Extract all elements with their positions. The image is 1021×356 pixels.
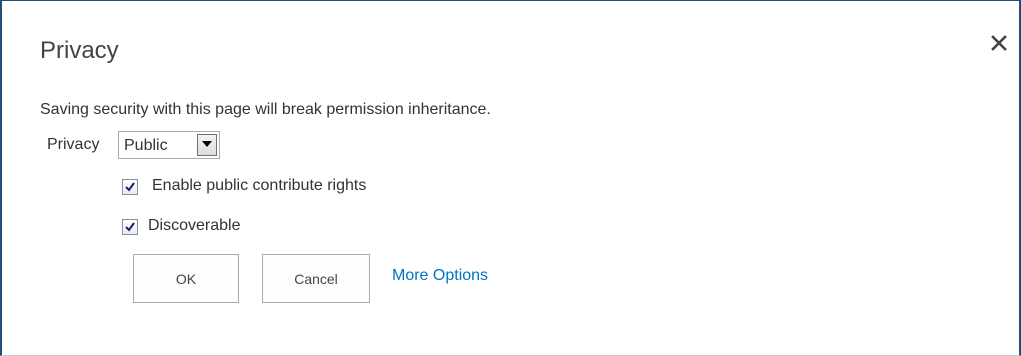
public-contribute-checkbox[interactable] xyxy=(122,179,138,195)
dropdown-arrow-button[interactable] xyxy=(197,134,217,156)
discoverable-checkbox[interactable] xyxy=(122,219,138,235)
inheritance-notice: Saving security with this page will brea… xyxy=(40,101,491,118)
dialog-title: Privacy xyxy=(40,37,119,64)
checkmark-icon xyxy=(125,182,135,192)
more-options-link[interactable]: More Options xyxy=(392,267,488,285)
ok-button[interactable]: OK xyxy=(133,254,239,303)
cancel-button[interactable]: Cancel xyxy=(262,254,370,303)
public-contribute-label: Enable public contribute rights xyxy=(152,177,367,194)
privacy-label: Privacy xyxy=(47,136,100,153)
privacy-select-value: Public xyxy=(124,137,168,154)
privacy-select[interactable]: Public xyxy=(118,131,220,159)
chevron-down-icon xyxy=(202,141,212,147)
close-icon xyxy=(991,35,1007,51)
close-button[interactable] xyxy=(985,29,1013,57)
checkmark-icon xyxy=(125,222,135,232)
discoverable-label: Discoverable xyxy=(148,217,241,234)
privacy-dialog: Privacy Saving security with this page w… xyxy=(0,0,1021,356)
